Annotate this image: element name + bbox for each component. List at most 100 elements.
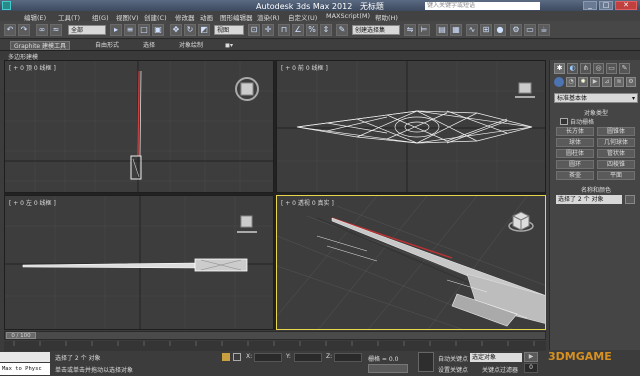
current-frame-field[interactable]: 0 — [524, 363, 538, 373]
rotate-icon[interactable]: ↻ — [184, 24, 196, 36]
spacewarps-icon[interactable]: ≋ — [614, 77, 624, 87]
name-color-header[interactable]: 名称和颜色 — [556, 185, 636, 194]
box-button[interactable]: 长方体 — [556, 127, 594, 136]
cameras-icon[interactable]: ▶ — [590, 77, 600, 87]
z-coord-field[interactable] — [334, 353, 362, 362]
display-tab-icon[interactable]: ▭ — [606, 63, 617, 74]
angle-snap-icon[interactable]: ∠ — [292, 24, 304, 36]
ref-coord-dropdown[interactable]: 视图 — [214, 25, 244, 35]
minimize-button[interactable]: _ — [583, 1, 597, 10]
autokey-button[interactable]: 自动关键点 — [438, 354, 468, 363]
named-selection-set-dropdown[interactable]: 创建选择集 — [352, 25, 400, 35]
align-icon[interactable]: ⊨ — [418, 24, 430, 36]
search-input[interactable]: 键入关键字或短语 — [425, 2, 540, 10]
play-icon[interactable]: ▶ — [524, 352, 538, 362]
selection-filter-dropdown[interactable]: 全部 — [68, 25, 106, 35]
scale-icon[interactable]: ◩ — [198, 24, 210, 36]
mirror-icon[interactable]: ⇋ — [404, 24, 416, 36]
cylinder-button[interactable]: 圆柱体 — [556, 149, 594, 158]
torus-button[interactable]: 圆环 — [556, 160, 594, 169]
unlink-icon[interactable]: ≈ — [50, 24, 62, 36]
viewcube-perspective[interactable] — [508, 211, 534, 232]
move-icon[interactable]: ✥ — [170, 24, 182, 36]
redo-icon[interactable]: ↷ — [18, 24, 30, 36]
viewcube-left[interactable] — [237, 215, 257, 233]
viewport-perspective[interactable]: [ + 0 透视 0 真实 ] — [276, 195, 546, 330]
viewport-top[interactable]: [ + 0 顶 0 线框 ] — [4, 60, 274, 193]
pivot-icon[interactable]: ⊡ — [248, 24, 260, 36]
maximize-button[interactable]: □ — [599, 1, 613, 10]
viewcube-top[interactable] — [235, 77, 259, 101]
tab-selection[interactable]: 选择 — [140, 41, 158, 50]
systems-icon[interactable]: ⚙ — [626, 77, 636, 87]
motion-tab-icon[interactable]: ◎ — [593, 63, 604, 74]
tab-freeform[interactable]: 自由形式 — [92, 41, 122, 50]
teapot-button[interactable]: 茶壶 — [556, 171, 594, 180]
select-by-name-icon[interactable]: ≡ — [124, 24, 136, 36]
window-crossing-icon[interactable]: ▣ — [152, 24, 164, 36]
viewport-top-label[interactable]: [ + 0 顶 0 线框 ] — [9, 63, 56, 72]
add-time-tag[interactable] — [368, 364, 408, 373]
render-icon[interactable]: ☕ — [538, 24, 550, 36]
ribbon-toggle-icon[interactable]: ▦ — [450, 24, 462, 36]
ribbon-options-icon[interactable]: ◼▾ — [222, 41, 236, 50]
tab-graphite[interactable]: Graphite 建模工具 — [10, 41, 71, 50]
layer-icon[interactable]: ▤ — [436, 24, 448, 36]
key-selection-dropdown[interactable]: 选定对象 — [470, 353, 522, 362]
viewport-left-label[interactable]: [ + 0 左 0 线框 ] — [9, 198, 56, 207]
viewport-front-label[interactable]: [ + 0 前 0 线框 ] — [281, 63, 328, 72]
close-button[interactable]: ✕ — [615, 1, 637, 10]
object-name-field[interactable]: 选择了 2 个 对象 — [556, 195, 622, 204]
y-coord-field[interactable] — [294, 353, 322, 362]
percent-snap-icon[interactable]: % — [306, 24, 318, 36]
snap-icon[interactable]: ⊓ — [278, 24, 290, 36]
viewcube-front[interactable] — [515, 82, 535, 98]
geosphere-button[interactable]: 几何球体 — [597, 138, 635, 147]
track-bar[interactable] — [4, 341, 546, 351]
tube-button[interactable]: 管状体 — [597, 149, 635, 158]
create-tab-icon[interactable]: ✱ — [554, 63, 565, 74]
undo-icon[interactable]: ↶ — [4, 24, 16, 36]
helpers-icon[interactable]: ⊿ — [602, 77, 612, 87]
select-object-icon[interactable]: ▸ — [110, 24, 122, 36]
manipulate-icon[interactable]: ✛ — [262, 24, 274, 36]
lights-icon[interactable]: ✺ — [578, 77, 588, 87]
hierarchy-tab-icon[interactable]: ⋔ — [580, 63, 591, 74]
curve-editor-icon[interactable]: ∿ — [466, 24, 478, 36]
link-icon[interactable]: ∞ — [36, 24, 48, 36]
render-setup-icon[interactable]: ⚙ — [510, 24, 522, 36]
category-dropdown[interactable]: 标准基本体 ▾ — [554, 93, 638, 103]
render-frame-icon[interactable]: ▭ — [524, 24, 536, 36]
maxscript-listener[interactable] — [0, 352, 50, 362]
geometry-icon[interactable] — [554, 77, 564, 87]
tab-object-paint[interactable]: 对象绘制 — [176, 41, 206, 50]
shapes-icon[interactable]: ◔ — [566, 77, 576, 87]
material-editor-icon[interactable]: ● — [494, 24, 506, 36]
viewport-left[interactable]: [ + 0 左 0 线框 ] — [4, 195, 274, 330]
modify-tab-icon[interactable]: ◐ — [567, 63, 578, 74]
x-coord-field[interactable] — [254, 353, 282, 362]
schematic-view-icon[interactable]: ⊞ — [480, 24, 492, 36]
object-color-swatch[interactable] — [625, 195, 635, 204]
cone-button[interactable]: 圆锥体 — [597, 127, 635, 136]
time-slider-thumb[interactable]: 0 / 100 — [6, 332, 36, 339]
pyramid-button[interactable]: 四棱锥 — [597, 160, 635, 169]
time-slider[interactable]: 0 / 100 — [4, 331, 546, 340]
edit-named-sel-icon[interactable]: ✎ — [336, 24, 348, 36]
plane-button[interactable]: 平面 — [597, 171, 635, 180]
sphere-button[interactable]: 球体 — [556, 138, 594, 147]
key-filters-button[interactable]: 关键点过滤器 — [482, 365, 518, 374]
object-type-header[interactable]: 对象类型 — [556, 108, 636, 117]
viewport-perspective-label[interactable]: [ + 0 透视 0 真实 ] — [281, 198, 334, 207]
lock-icon[interactable] — [222, 353, 230, 361]
viewport-front[interactable]: [ + 0 前 0 线框 ] — [276, 60, 546, 193]
spinner-snap-icon[interactable]: ⇕ — [320, 24, 332, 36]
utilities-tab-icon[interactable]: ✎ — [619, 63, 630, 74]
setkey-button[interactable]: 设置关键点 — [438, 365, 468, 374]
autogrid-checkbox[interactable] — [560, 118, 568, 125]
maxscript-mini-listener[interactable]: Max to Physc — [0, 363, 50, 375]
set-key-icon[interactable] — [418, 352, 434, 372]
menu-maxscript[interactable]: MAXScript(M) — [326, 12, 370, 20]
rect-region-icon[interactable]: □ — [138, 24, 150, 36]
transform-mode-icon[interactable] — [233, 353, 241, 361]
